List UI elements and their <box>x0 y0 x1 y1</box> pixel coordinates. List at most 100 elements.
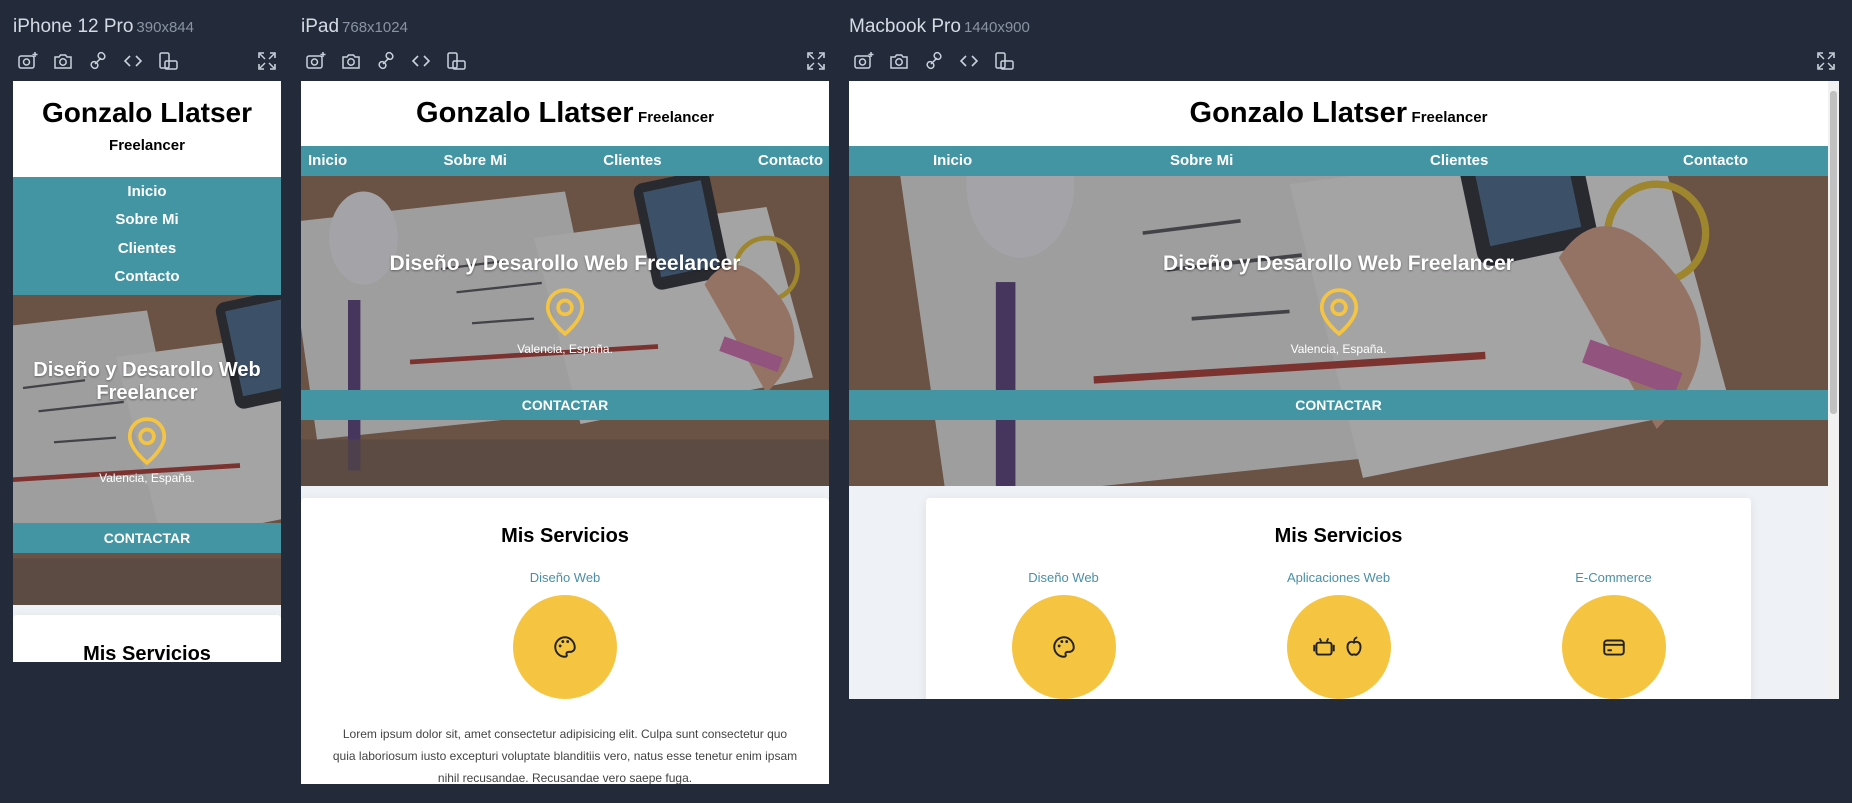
site-header: Gonzalo Llatser Freelancer <box>13 81 281 177</box>
nav-item-contacto[interactable]: Contacto <box>758 146 823 176</box>
nav-item-sobre-mi[interactable]: Sobre Mi <box>115 211 178 239</box>
service-item: E-Commerce <box>1476 570 1751 699</box>
code-icon[interactable] <box>958 50 980 72</box>
service-label: Aplicaciones Web <box>1286 570 1391 585</box>
site-tagline: Freelancer <box>638 109 714 126</box>
nav-item-clientes[interactable]: Clientes <box>603 146 661 176</box>
camera-icon[interactable] <box>52 50 74 72</box>
rotate-device-icon[interactable] <box>993 50 1015 72</box>
camera-icon[interactable] <box>888 50 910 72</box>
site-header: Gonzalo Llatser Freelancer <box>301 81 829 146</box>
contactar-button[interactable]: CONTACTAR <box>301 390 829 420</box>
location-text: Valencia, España. <box>99 471 195 485</box>
service-label: Diseño Web <box>529 570 601 585</box>
device-viewport: Gonzalo Llatser Freelancer Inicio Sobre … <box>301 81 829 784</box>
device-name: Macbook Pro <box>849 16 961 37</box>
services-title: Mis Servicios <box>1274 525 1403 547</box>
nav-item-sobre-mi[interactable]: Sobre Mi <box>1170 146 1233 176</box>
service-label: E-Commerce <box>1575 570 1652 585</box>
device-title: iPhone 12 Pro 390x844 <box>13 16 194 38</box>
fullscreen-icon[interactable] <box>256 50 278 72</box>
camera-icon[interactable] <box>340 50 362 72</box>
contactar-button[interactable]: CONTACTAR <box>849 390 1828 420</box>
service-icon-circle <box>1011 595 1116 699</box>
device-macbook: Macbook Pro 1440x900 Gonzalo Llatser Free… <box>849 0 1839 803</box>
rotate-device-icon[interactable] <box>157 50 179 72</box>
hero-content: Diseño y Desarollo Web Freelancer Valenc… <box>849 252 1828 356</box>
service-description: Lorem ipsum dolor sit, amet consectetur … <box>332 727 798 784</box>
location-pin-icon <box>124 415 170 467</box>
device-ipad: iPad 768x1024 Gonzalo Llatser Freelancer … <box>301 0 829 803</box>
services-card: Mis Servicios <box>13 615 281 662</box>
palette-icon <box>1051 634 1077 660</box>
device-size: 768x1024 <box>342 19 408 36</box>
service-icon-circle <box>1561 595 1666 699</box>
device-title: Macbook Pro 1440x900 <box>849 16 1030 38</box>
hero-title: Diseño y Desarollo Web Freelancer <box>1163 252 1514 275</box>
hero-content: Diseño y Desarollo Web Freelancer Valenc… <box>13 359 281 485</box>
device-size: 390x844 <box>136 19 194 36</box>
hero-title: Diseño y Desarollo Web Freelancer <box>33 359 261 404</box>
nav-item-inicio[interactable]: Inicio <box>127 183 166 211</box>
main-nav: Inicio Sobre Mi Clientes Contacto <box>849 146 1828 176</box>
apple-icon <box>1341 634 1367 660</box>
nav-item-sobre-mi[interactable]: Sobre Mi <box>444 146 507 176</box>
device-name: iPhone 12 Pro <box>13 16 134 37</box>
camera-plus-icon[interactable] <box>853 50 875 72</box>
hero-content: Diseño y Desarollo Web Freelancer Valenc… <box>301 252 829 356</box>
site-header: Gonzalo Llatser Freelancer <box>849 81 1828 146</box>
nav-item-contacto[interactable]: Contacto <box>1683 146 1748 176</box>
hero-section: Diseño y Desarollo Web Freelancer Valenc… <box>849 176 1828 486</box>
nav-item-contacto[interactable]: Contacto <box>115 268 180 295</box>
device-title: iPad 768x1024 <box>301 16 408 38</box>
device-viewport: Gonzalo Llatser Freelancer Inicio Sobre … <box>13 81 281 662</box>
service-icon-circle <box>513 595 617 699</box>
services-section: Mis Servicios <box>13 605 281 662</box>
code-icon[interactable] <box>122 50 144 72</box>
main-nav: Inicio Sobre Mi Clientes Contacto <box>13 177 281 295</box>
services-title: Mis Servicios <box>501 525 629 547</box>
location-pin-icon <box>1316 286 1362 338</box>
nav-item-clientes[interactable]: Clientes <box>118 240 176 268</box>
credit-card-icon <box>1601 634 1627 660</box>
location-text: Valencia, España. <box>1290 342 1387 356</box>
site-name[interactable]: Gonzalo Llatser <box>1190 97 1408 129</box>
link-icon[interactable] <box>87 50 109 72</box>
services-card: Mis Servicios Diseño Web Aplicaciones We… <box>926 498 1751 699</box>
rotate-device-icon[interactable] <box>445 50 467 72</box>
services-title: Mis Servicios <box>83 643 211 662</box>
main-nav: Inicio Sobre Mi Clientes Contacto <box>301 146 829 176</box>
site-tagline: Freelancer <box>1411 109 1488 126</box>
site-name[interactable]: Gonzalo Llatser <box>416 97 634 129</box>
fullscreen-icon[interactable] <box>805 50 827 72</box>
palette-icon <box>552 634 578 660</box>
code-icon[interactable] <box>410 50 432 72</box>
services-section: Mis Servicios Diseño Web Lorem ipsum dol… <box>301 486 829 784</box>
camera-plus-icon[interactable] <box>17 50 39 72</box>
site-tagline: Freelancer <box>109 137 185 154</box>
contactar-button[interactable]: CONTACTAR <box>13 523 281 553</box>
fullscreen-icon[interactable] <box>1815 50 1837 72</box>
scrollbar[interactable] <box>1828 81 1839 699</box>
device-size: 1440x900 <box>963 19 1030 36</box>
nav-item-clientes[interactable]: Clientes <box>1430 146 1488 176</box>
scrollbar-thumb[interactable] <box>1830 91 1837 414</box>
hero-section: Diseño y Desarollo Web Freelancer Valenc… <box>13 295 281 605</box>
service-item: Aplicaciones Web <box>1201 570 1476 699</box>
link-icon[interactable] <box>923 50 945 72</box>
site-name[interactable]: Gonzalo Llatser <box>13 97 281 129</box>
device-iphone: iPhone 12 Pro 390x844 Gonzalo Llatser Fre… <box>13 0 281 803</box>
service-icon-circle <box>1286 595 1391 699</box>
android-icon <box>1311 634 1337 660</box>
location-text: Valencia, España. <box>517 342 613 356</box>
hero-title: Diseño y Desarollo Web Freelancer <box>389 252 741 275</box>
nav-item-inicio[interactable]: Inicio <box>933 146 972 176</box>
nav-item-inicio[interactable]: Inicio <box>308 146 347 176</box>
hero-section: Diseño y Desarollo Web Freelancer Valenc… <box>301 176 829 486</box>
link-icon[interactable] <box>375 50 397 72</box>
device-viewport: Gonzalo Llatser Freelancer Inicio Sobre … <box>849 81 1839 699</box>
services-card: Mis Servicios Diseño Web Lorem ipsum dol… <box>301 498 829 784</box>
location-pin-icon <box>542 286 588 338</box>
camera-plus-icon[interactable] <box>305 50 327 72</box>
device-name: iPad <box>301 16 340 37</box>
